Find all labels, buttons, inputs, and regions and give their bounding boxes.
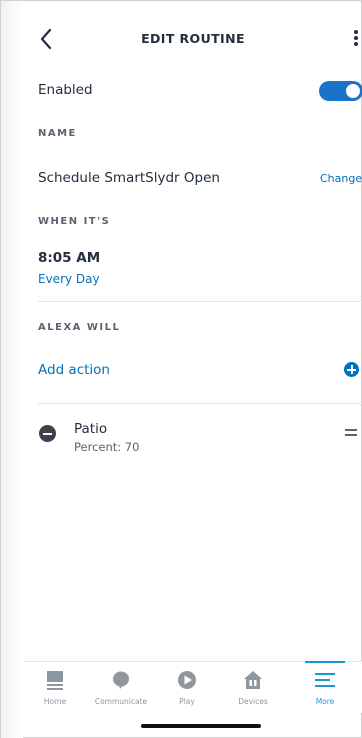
alexa-will-section-label: ALEXA WILL: [38, 322, 121, 333]
tab-label: Home: [43, 697, 67, 706]
name-section-label: NAME: [38, 128, 77, 139]
add-action-link[interactable]: Add action: [38, 362, 110, 378]
enabled-label: Enabled: [38, 82, 93, 98]
trigger-time[interactable]: 8:05 AM: [38, 250, 100, 266]
tab-devices[interactable]: Devices: [223, 662, 283, 714]
divider: [38, 403, 362, 404]
bottom-tab-bar: Home Communicate Play Devices More: [23, 661, 362, 713]
tab-label: More: [315, 697, 335, 706]
app-frame: EDIT ROUTINE Enabled NAME Schedule Smart…: [0, 0, 362, 738]
active-tab-indicator: [305, 661, 345, 663]
action-title: Patio: [74, 421, 108, 437]
drag-handle-icon[interactable]: [345, 429, 357, 437]
tab-communicate[interactable]: Communicate: [91, 662, 151, 714]
devices-house-icon: [244, 671, 262, 689]
tab-more[interactable]: More: [295, 661, 355, 714]
action-subtitle: Percent: 70: [74, 440, 140, 454]
play-icon: [178, 671, 196, 689]
divider: [38, 301, 362, 302]
tab-home[interactable]: Home: [25, 662, 85, 714]
tab-play[interactable]: Play: [157, 662, 217, 714]
page-title: EDIT ROUTINE: [141, 31, 245, 46]
add-action-plus-icon[interactable]: [344, 362, 359, 377]
menu-icon: [315, 673, 335, 687]
home-icon: [47, 671, 63, 690]
more-options-icon[interactable]: [353, 29, 359, 49]
routine-name: Schedule SmartSlydr Open: [38, 170, 220, 186]
tab-label: Devices: [238, 697, 268, 706]
remove-action-icon[interactable]: [39, 425, 56, 442]
enabled-toggle[interactable]: [319, 81, 362, 101]
change-name-link[interactable]: Change: [320, 172, 362, 185]
when-section-label: WHEN IT'S: [38, 216, 111, 227]
toggle-knob: [346, 84, 360, 98]
tab-label: Play: [179, 697, 195, 706]
home-indicator[interactable]: [141, 724, 261, 728]
tab-label: Communicate: [94, 697, 148, 706]
speech-bubble-icon: [113, 671, 129, 689]
trigger-recurrence[interactable]: Every Day: [38, 272, 100, 286]
header-bar: EDIT ROUTINE: [23, 19, 362, 59]
